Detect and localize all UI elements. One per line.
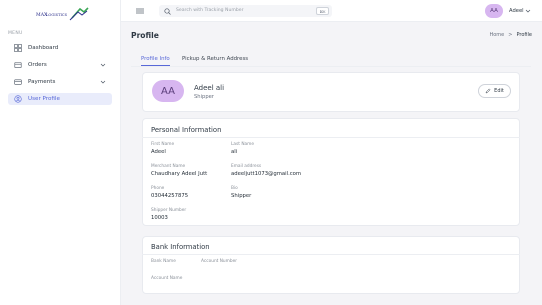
field-label: Email address bbox=[231, 164, 262, 169]
field-label: Bio bbox=[231, 186, 238, 191]
field-label: Bank Name bbox=[151, 259, 176, 264]
bank-info-title: Bank Information bbox=[151, 243, 210, 251]
edit-label: Edit bbox=[494, 88, 504, 94]
orders-icon bbox=[14, 61, 22, 69]
profile-card bbox=[142, 72, 520, 112]
sidebar-item-orders[interactable]: Orders bbox=[8, 59, 112, 71]
sidebar-item-label: Payments bbox=[28, 79, 56, 85]
sidebar-item-label: User Profile bbox=[28, 96, 60, 102]
user-icon bbox=[14, 95, 22, 103]
user-name[interactable]: Adeel bbox=[509, 8, 524, 14]
breadcrumb-home[interactable]: Home bbox=[489, 32, 504, 38]
sidebar: MAX LOGISTICS MENU Dashboard Orders Paym… bbox=[0, 0, 121, 305]
menu-toggle-icon[interactable] bbox=[136, 8, 144, 14]
page-title: Profile bbox=[131, 31, 159, 40]
profile-name: Adeel ali bbox=[194, 84, 225, 92]
logo[interactable]: MAX LOGISTICS bbox=[34, 6, 90, 22]
pencil-icon bbox=[485, 88, 491, 94]
tabs-divider bbox=[131, 66, 531, 67]
phone-value: 03044257875 bbox=[151, 193, 189, 199]
logo-mark-icon: MAX LOGISTICS bbox=[36, 7, 89, 21]
bio-value: Shipper bbox=[231, 193, 252, 199]
shipper-number-value: 10003 bbox=[151, 215, 168, 221]
tab-profile-info[interactable]: Profile Info bbox=[141, 56, 170, 62]
sidebar-item-payments[interactable]: Payments bbox=[8, 76, 112, 88]
field-label: Last Name bbox=[231, 142, 254, 147]
search-input[interactable]: Search with Tracking Number ⌘K bbox=[159, 5, 332, 17]
field-label: Merchant Name bbox=[151, 164, 186, 169]
menu-label: MENU bbox=[8, 31, 23, 36]
field-label: Account Name bbox=[151, 276, 183, 281]
breadcrumb-current: Profile bbox=[516, 32, 532, 38]
chevron-down-icon[interactable] bbox=[525, 8, 531, 14]
logo-subtext: LOGISTICS bbox=[46, 13, 68, 17]
field-label: Phone bbox=[151, 186, 165, 191]
merchant-name-value: Chaudhary Adeel Jutt bbox=[151, 171, 208, 177]
sidebar-item-label: Dashboard bbox=[28, 45, 59, 51]
edit-button[interactable]: Edit bbox=[478, 84, 511, 98]
tab-pickup-return-address[interactable]: Pickup & Return Address bbox=[182, 56, 248, 62]
breadcrumb-separator: > bbox=[508, 32, 513, 38]
active-tab-indicator bbox=[141, 65, 170, 66]
chevron-down-icon[interactable] bbox=[100, 62, 106, 68]
last-name-value: ali bbox=[231, 149, 238, 155]
avatar[interactable]: AA bbox=[485, 4, 503, 18]
first-name-value: Adeel bbox=[151, 149, 166, 155]
topbar: Search with Tracking Number ⌘K AA Adeel bbox=[121, 0, 542, 22]
profile-avatar: AA bbox=[152, 80, 184, 102]
field-label: Shipper Number bbox=[151, 208, 187, 213]
personal-info-title: Personal Information bbox=[151, 126, 222, 134]
sidebar-item-label: Orders bbox=[28, 62, 47, 68]
search-icon bbox=[164, 8, 171, 15]
field-label: First Name bbox=[151, 142, 175, 147]
profile-role: Shipper bbox=[194, 94, 214, 100]
payments-icon bbox=[14, 78, 22, 86]
sidebar-item-dashboard[interactable]: Dashboard bbox=[8, 42, 112, 54]
dashboard-icon bbox=[14, 44, 22, 52]
divider bbox=[142, 137, 520, 138]
chevron-down-icon[interactable] bbox=[100, 79, 106, 85]
search-placeholder: Search with Tracking Number bbox=[176, 8, 244, 13]
breadcrumb: Home > Profile bbox=[489, 32, 532, 38]
divider bbox=[142, 254, 520, 255]
shortcut-badge: ⌘K bbox=[316, 7, 329, 15]
field-label: Account Number bbox=[201, 259, 237, 264]
sidebar-item-user-profile[interactable]: User Profile bbox=[8, 93, 112, 105]
email-value: adeeljutt1073@gmail.com bbox=[231, 171, 302, 177]
